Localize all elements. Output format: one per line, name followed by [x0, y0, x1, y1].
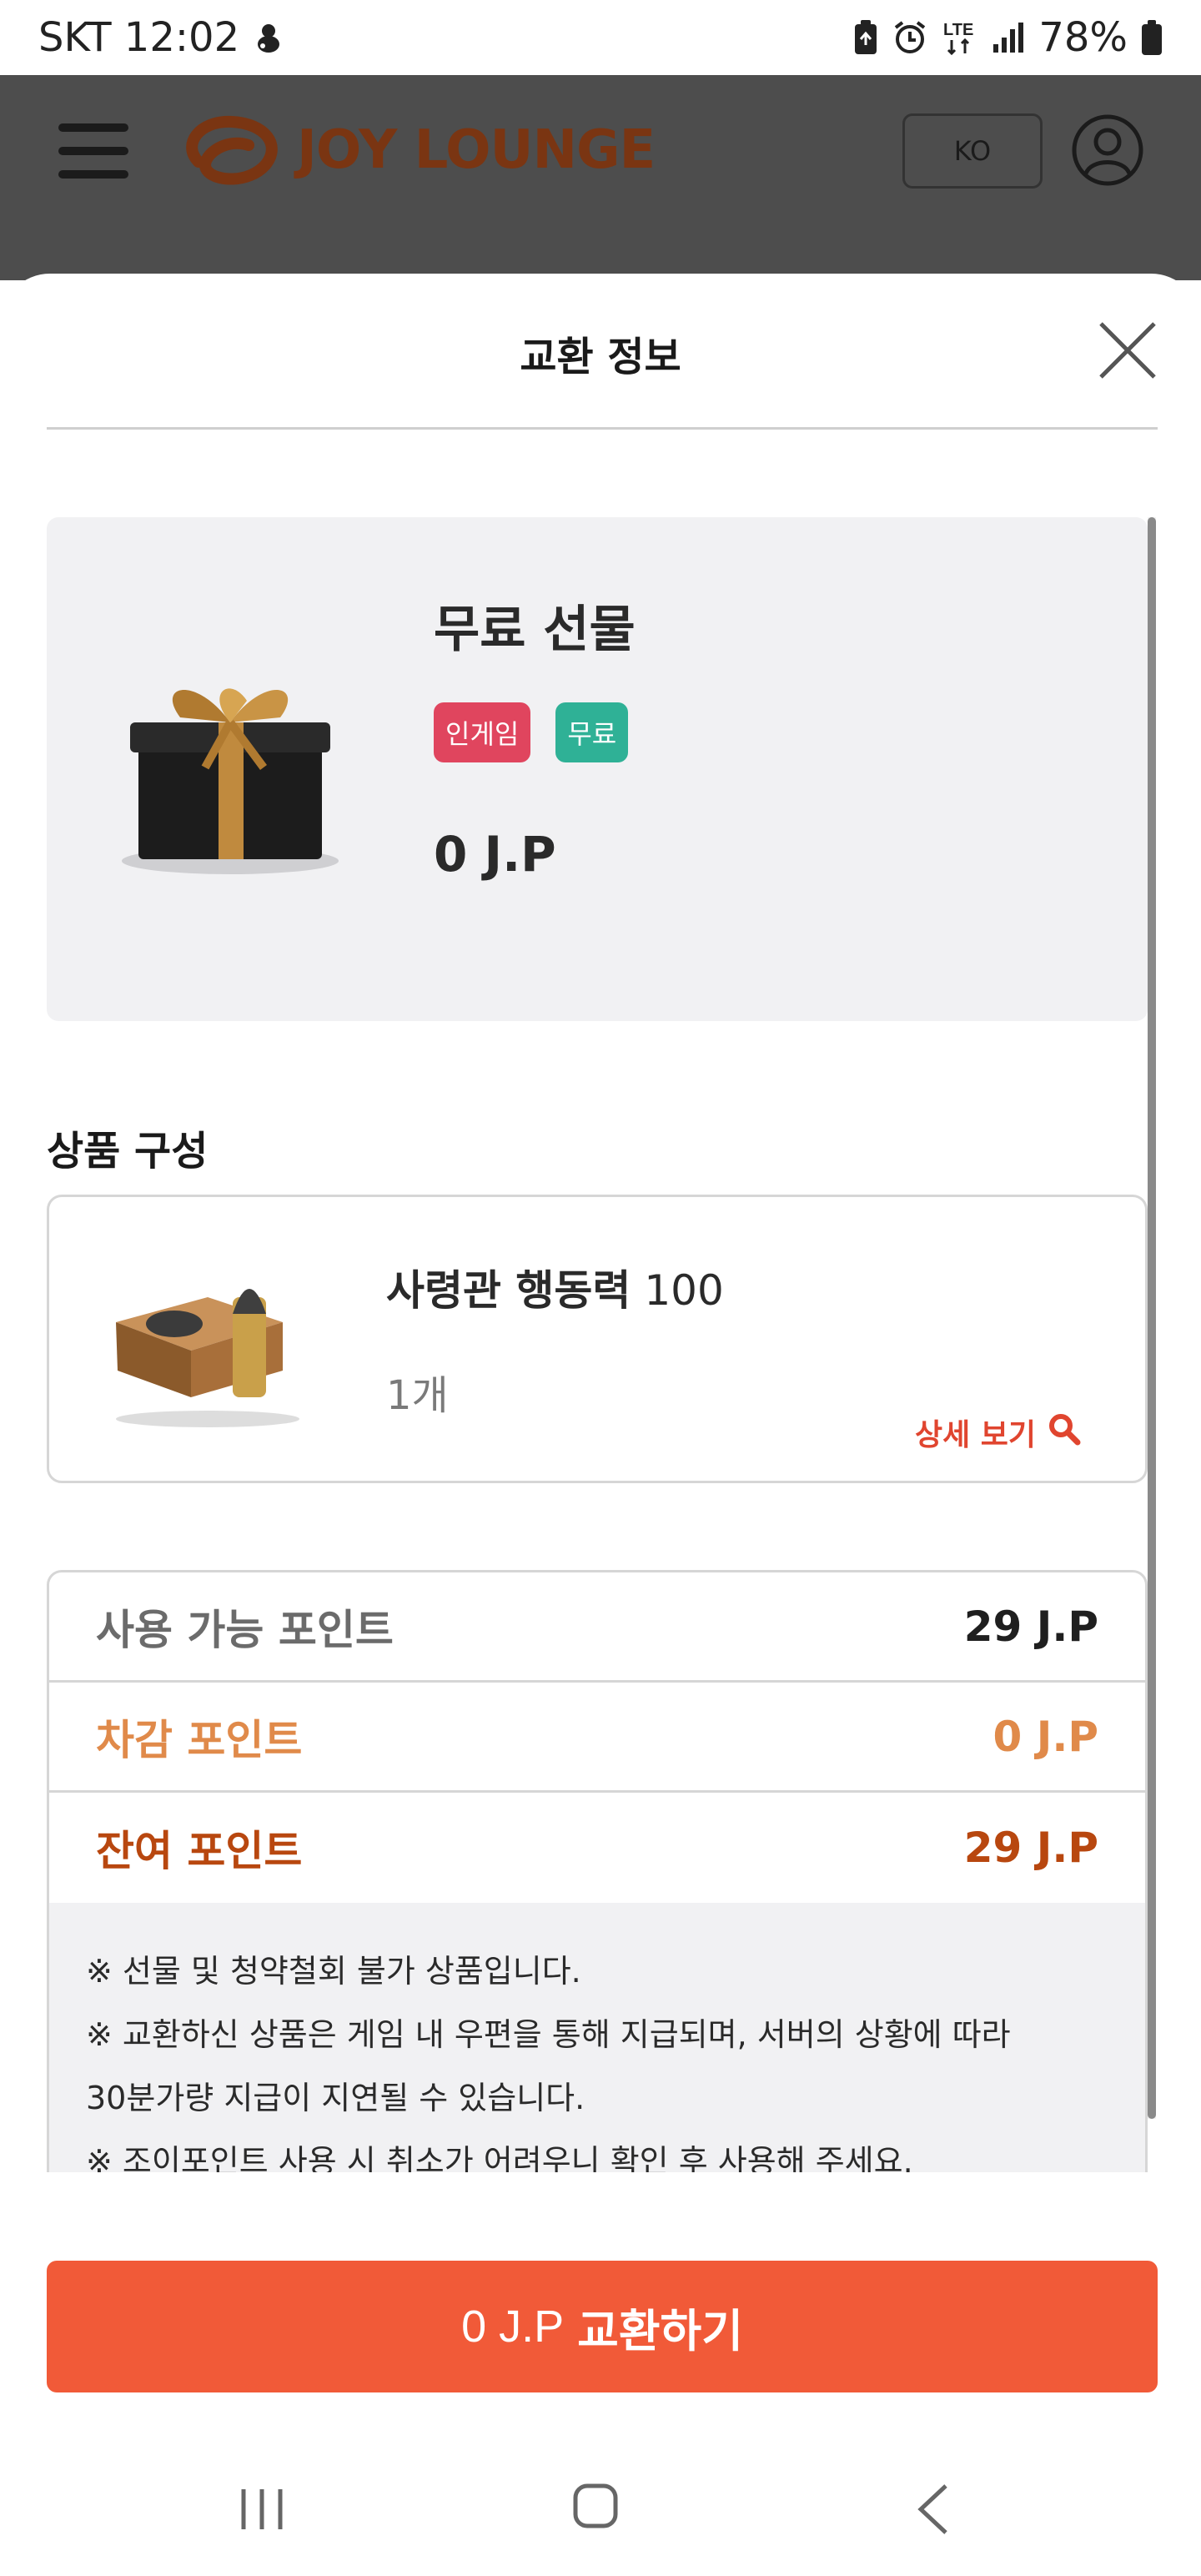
available-points-row: 사용 가능 포인트 29 J.P	[49, 1572, 1145, 1683]
deduct-points-label: 차감 포인트	[96, 1715, 303, 1764]
logo-text: JOY LOUNGE	[297, 119, 656, 181]
alarm-icon	[892, 19, 928, 56]
remain-points-value: 29 J.P	[963, 1824, 1098, 1872]
sheet-title: 교환 정보	[520, 334, 681, 380]
notice-line: 30분가량 지급이 지연될 수 있습니다.	[86, 2080, 585, 2116]
nav-recent-icon[interactable]	[239, 2484, 285, 2534]
battery-percent: 78%	[1038, 14, 1128, 61]
available-points-label: 사용 가능 포인트	[96, 1605, 394, 1654]
item-name-value: 100	[631, 1266, 724, 1315]
scroll-area[interactable]: 무료 선물 인게임 무료 0 J.P 상품 구성 사령관 행동력 100 1개 …	[0, 517, 1201, 2172]
language-button[interactable]: KO	[902, 113, 1043, 189]
item-card: 사령관 행동력 100 1개 상세 보기	[47, 1195, 1148, 1483]
notice-line: ※ 선물 및 청약철회 불가 상품입니다.	[86, 1953, 581, 1990]
lte-icon: LTE	[942, 18, 978, 57]
exchange-button-amount: 0 J.P	[461, 2302, 565, 2352]
exchange-button[interactable]: 0 J.P 교환하기	[47, 2261, 1158, 2392]
nav-back-icon[interactable]	[912, 2483, 954, 2536]
product-card: 무료 선물 인게임 무료 0 J.P	[47, 517, 1148, 1021]
menu-icon[interactable]	[58, 117, 132, 184]
product-tags: 인게임 무료	[434, 702, 629, 762]
battery-saver-icon	[853, 19, 878, 56]
tamagotchi-icon	[254, 21, 283, 54]
notice-line: ※ 교환하신 상품은 게임 내 우편을 통해 지급되며, 서버의 상황에 따라	[86, 2016, 1011, 2053]
scrollbar[interactable]	[1148, 517, 1156, 2119]
app-header: JOY LOUNGE KO	[0, 75, 1201, 230]
product-price: 0 J.P	[434, 826, 556, 883]
remain-points-row: 잔여 포인트 29 J.P	[49, 1793, 1145, 1903]
magnifier-icon	[1048, 1412, 1081, 1453]
tag-free: 무료	[555, 702, 629, 762]
signal-icon	[992, 21, 1025, 54]
item-name: 사령관 행동력 100	[386, 1257, 724, 1317]
user-icon[interactable]	[1071, 113, 1144, 187]
nav-home-icon[interactable]	[572, 2483, 619, 2529]
points-summary: 사용 가능 포인트 29 J.P 차감 포인트 0 J.P 잔여 포인트 29 …	[47, 1570, 1148, 2172]
item-name-bold: 사령관 행동력	[386, 1266, 631, 1315]
contents-section-title: 상품 구성	[47, 1128, 209, 1175]
carrier-time: SKT 12:02	[38, 14, 240, 61]
deduct-points-value: 0 J.P	[992, 1712, 1098, 1761]
item-quantity: 1개	[386, 1372, 449, 1419]
joy-lounge-logo[interactable]: JOY LOUNGE	[182, 112, 656, 189]
remain-points-label: 잔여 포인트	[96, 1827, 303, 1875]
dim-overlay[interactable]	[0, 230, 1201, 280]
ammo-crate-image	[108, 1264, 308, 1431]
product-name: 무료 선물	[434, 601, 636, 659]
tag-ingame: 인게임	[434, 702, 531, 762]
exchange-button-verb: 교환하기	[577, 2306, 743, 2357]
divider	[47, 427, 1158, 430]
detail-link[interactable]: 상세 보기	[915, 1411, 1081, 1454]
available-points-value: 29 J.P	[963, 1602, 1098, 1651]
deduct-points-row: 차감 포인트 0 J.P	[49, 1683, 1145, 1793]
close-icon[interactable]	[1098, 320, 1158, 380]
exchange-info-sheet: 교환 정보 무료 선물 인게임 무료 0 J.P 상품 구성 사령관 행동력 1…	[0, 274, 1201, 2576]
detail-link-label: 상세 보기	[915, 1418, 1037, 1452]
notice-line: ※ 조이포인트 사용 시 취소가 어려우니 확인 후 사용해 주세요.	[86, 2143, 913, 2172]
svg-text:LTE: LTE	[943, 21, 973, 39]
gift-box-image	[105, 642, 355, 893]
battery-icon	[1141, 19, 1163, 56]
notice-box: ※ 선물 및 청약철회 불가 상품입니다. ※ 교환하신 상품은 게임 내 우편…	[49, 1903, 1145, 2172]
system-nav-bar	[0, 2428, 1201, 2576]
status-bar: SKT 12:02 LTE 78%	[0, 0, 1201, 75]
